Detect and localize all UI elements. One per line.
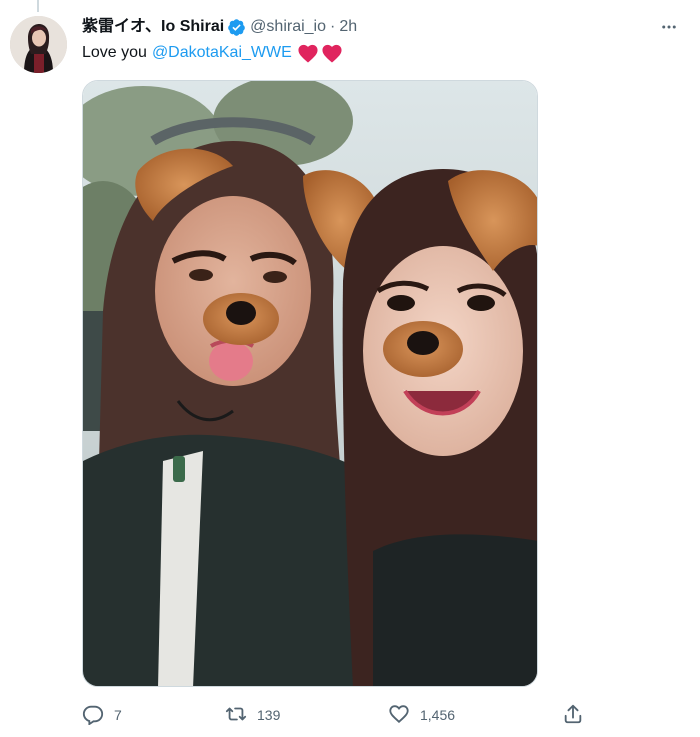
like-button[interactable]: 1,456	[388, 700, 455, 730]
tweet-timestamp[interactable]: 2h	[339, 17, 357, 37]
red-heart-icon	[322, 44, 342, 63]
avatar[interactable]	[10, 16, 67, 73]
header-separator: ·	[330, 18, 336, 35]
like-count: 1,456	[420, 707, 456, 723]
author-handle[interactable]: @shirai_io	[250, 17, 326, 37]
share-button[interactable]	[562, 700, 584, 730]
like-icon	[388, 703, 410, 728]
tweet[interactable]: 紫雷イオ、Io Shirai @shirai_io · 2h Love you …	[0, 0, 700, 737]
tweet-actions: 7 139 1,456	[82, 700, 592, 730]
retweet-icon	[225, 703, 247, 728]
reply-button[interactable]: 7	[82, 700, 122, 730]
thread-connector-line	[37, 0, 39, 12]
tweet-body-text: Love you	[82, 44, 147, 61]
retweet-button[interactable]: 139	[225, 700, 280, 730]
red-heart-icon	[298, 44, 318, 63]
verified-badge-icon	[227, 18, 246, 37]
more-dots-icon[interactable]	[658, 16, 680, 38]
share-icon	[562, 703, 584, 728]
author-display-name[interactable]: 紫雷イオ、Io Shirai	[82, 17, 224, 37]
reply-count: 7	[114, 707, 122, 723]
tweet-text: Love you @DakotaKai_WWE	[82, 42, 343, 64]
reply-icon	[82, 703, 104, 728]
tweet-header: 紫雷イオ、Io Shirai @shirai_io · 2h	[82, 16, 680, 38]
emoji-group	[297, 43, 343, 63]
mention-link[interactable]: @DakotaKai_WWE	[152, 42, 292, 64]
tweet-photo[interactable]	[82, 80, 538, 687]
retweet-count: 139	[257, 707, 281, 723]
